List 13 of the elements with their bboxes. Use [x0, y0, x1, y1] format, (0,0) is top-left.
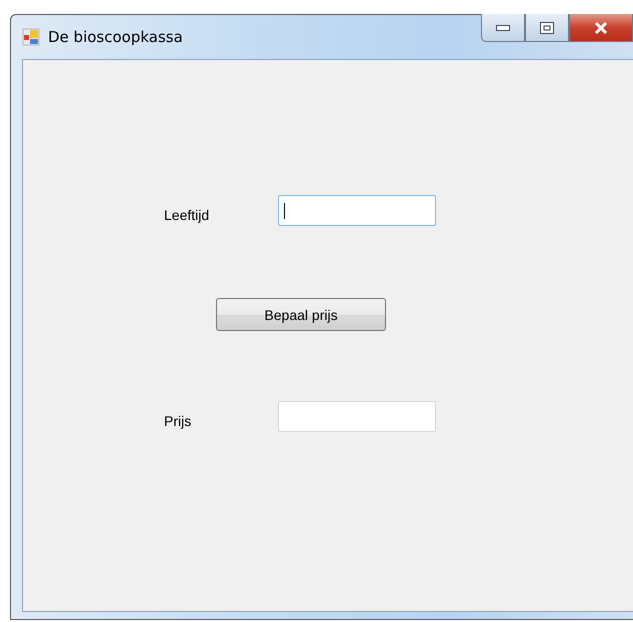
input-field[interactable]	[278, 195, 436, 226]
minimize-button[interactable]	[481, 14, 525, 42]
field-label: Prijs	[164, 413, 192, 431]
close-button[interactable]	[569, 14, 633, 42]
maximize-button[interactable]	[525, 14, 569, 42]
app-icon	[22, 28, 40, 46]
minimize-icon	[496, 24, 510, 30]
field-label: Leeftijd	[164, 207, 210, 225]
window-title: De bioscoopkassa	[48, 28, 183, 46]
maximize-icon	[540, 22, 554, 34]
calculate-button[interactable]: Bepaal prijs	[216, 298, 386, 331]
close-icon	[594, 22, 608, 34]
input-field[interactable]	[278, 401, 436, 432]
